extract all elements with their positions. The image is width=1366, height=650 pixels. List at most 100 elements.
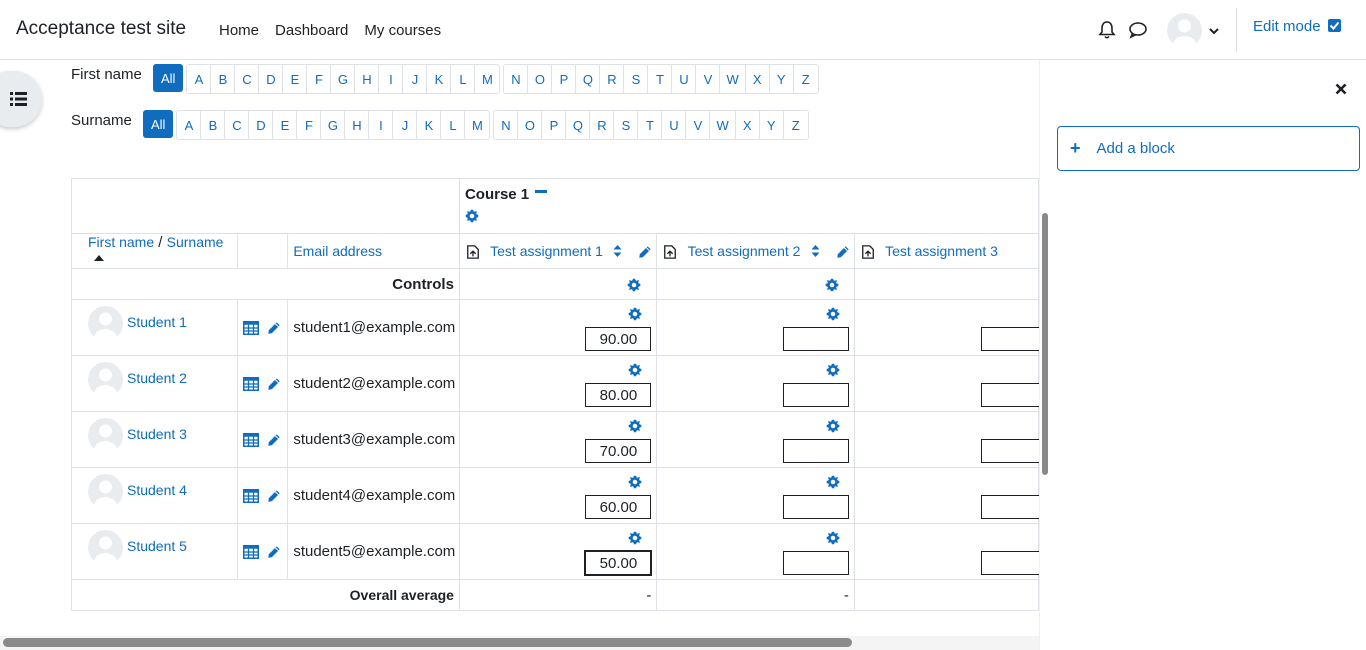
grade-input[interactable]: [980, 551, 1039, 575]
grade-input[interactable]: [782, 495, 849, 519]
surname-initial-q[interactable]: Q: [566, 111, 591, 139]
cog-icon[interactable]: [628, 531, 642, 545]
student-name-link[interactable]: Student 4: [127, 482, 187, 498]
assignment-1-link[interactable]: Test assignment 1: [490, 243, 603, 259]
single-view-grid-icon[interactable]: [242, 432, 259, 448]
single-view-grid-icon[interactable]: [242, 544, 259, 560]
assignment-2-link[interactable]: Test assignment 2: [688, 243, 801, 259]
add-block-button[interactable]: + Add a block: [1057, 126, 1360, 171]
edit-pencil-icon[interactable]: [267, 489, 281, 503]
firstname-initial-l[interactable]: L: [451, 65, 476, 93]
edit-pencil-icon[interactable]: [638, 245, 652, 259]
surname-initial-p[interactable]: P: [542, 111, 567, 139]
firstname-initial-x[interactable]: X: [746, 65, 770, 93]
close-icon[interactable]: [1335, 83, 1347, 95]
surname-initial-k[interactable]: K: [417, 111, 442, 139]
assignment-3-link[interactable]: Test assignment 3: [885, 243, 998, 259]
edit-pencil-icon[interactable]: [267, 377, 281, 391]
surname-initial-s[interactable]: S: [614, 111, 639, 139]
firstname-initial-u[interactable]: U: [672, 65, 697, 93]
cog-icon[interactable]: [628, 419, 642, 433]
grade-input[interactable]: [782, 551, 849, 575]
cog-icon[interactable]: [628, 363, 642, 377]
firstname-initial-w[interactable]: W: [720, 65, 746, 93]
firstname-initial-n[interactable]: N: [504, 65, 529, 93]
firstname-initial-t[interactable]: T: [648, 65, 673, 93]
nav-dashboard[interactable]: Dashboard: [267, 22, 356, 39]
collapse-icon[interactable]: [535, 189, 548, 193]
single-view-grid-icon[interactable]: [242, 376, 259, 392]
cog-icon[interactable]: [465, 209, 479, 223]
user-menu-toggle[interactable]: [1167, 13, 1219, 48]
notifications-bell-icon[interactable]: [1097, 20, 1117, 40]
surname-initial-c[interactable]: C: [225, 111, 250, 139]
firstname-initial-j[interactable]: J: [403, 65, 428, 93]
student-name-link[interactable]: Student 1: [127, 314, 187, 330]
surname-initial-a[interactable]: A: [177, 111, 202, 139]
grade-input[interactable]: [782, 439, 849, 463]
firstname-initial-r[interactable]: R: [600, 65, 625, 93]
grade-input[interactable]: [585, 439, 652, 463]
surname-initial-u[interactable]: U: [662, 111, 687, 139]
surname-initial-all[interactable]: All: [143, 110, 174, 138]
firstname-initial-z[interactable]: Z: [794, 65, 818, 93]
edit-mode-toggle[interactable]: [1328, 19, 1341, 32]
student-name-link[interactable]: Student 3: [127, 426, 187, 442]
firstname-initial-e[interactable]: E: [283, 65, 308, 93]
firstname-initial-q[interactable]: Q: [576, 65, 601, 93]
edit-pencil-icon[interactable]: [267, 545, 281, 559]
nav-home[interactable]: Home: [211, 22, 267, 39]
surname-initial-y[interactable]: Y: [760, 111, 784, 139]
surname-initial-d[interactable]: D: [249, 111, 274, 139]
grade-input[interactable]: [980, 495, 1039, 519]
surname-initial-n[interactable]: N: [494, 111, 519, 139]
surname-initial-w[interactable]: W: [710, 111, 736, 139]
edit-pencil-icon[interactable]: [836, 245, 850, 259]
firstname-initial-g[interactable]: G: [331, 65, 356, 93]
firstname-initial-d[interactable]: D: [259, 65, 284, 93]
firstname-initial-f[interactable]: F: [307, 65, 332, 93]
site-name[interactable]: Acceptance test site: [16, 18, 186, 40]
grade-input[interactable]: [980, 439, 1039, 463]
firstname-initial-m[interactable]: M: [475, 65, 499, 93]
surname-initial-v[interactable]: V: [686, 111, 711, 139]
grade-input[interactable]: [585, 495, 652, 519]
firstname-initial-k[interactable]: K: [427, 65, 452, 93]
cog-icon[interactable]: [826, 475, 840, 489]
surname-initial-m[interactable]: M: [465, 111, 489, 139]
cog-icon[interactable]: [826, 307, 840, 321]
surname-initial-l[interactable]: L: [441, 111, 466, 139]
cog-icon[interactable]: [826, 531, 840, 545]
surname-initial-j[interactable]: J: [393, 111, 418, 139]
firstname-initial-p[interactable]: P: [552, 65, 577, 93]
grade-input[interactable]: [585, 383, 652, 407]
firstname-initial-b[interactable]: B: [211, 65, 236, 93]
grade-input[interactable]: [584, 550, 653, 576]
firstname-initial-a[interactable]: A: [187, 65, 212, 93]
grade-input[interactable]: [980, 383, 1039, 407]
surname-initial-r[interactable]: R: [590, 111, 615, 139]
surname-initial-h[interactable]: H: [345, 111, 370, 139]
firstname-initial-y[interactable]: Y: [770, 65, 794, 93]
cog-icon[interactable]: [825, 278, 839, 292]
cog-icon[interactable]: [628, 307, 642, 321]
firstname-initial-i[interactable]: I: [379, 65, 404, 93]
edit-pencil-icon[interactable]: [267, 433, 281, 447]
horizontal-scrollbar[interactable]: [3, 638, 852, 647]
surname-initial-t[interactable]: T: [638, 111, 663, 139]
cog-icon[interactable]: [628, 475, 642, 489]
grade-input[interactable]: [980, 327, 1039, 351]
surname-initial-o[interactable]: O: [518, 111, 543, 139]
surname-initial-f[interactable]: F: [297, 111, 322, 139]
messages-bubble-icon[interactable]: [1128, 20, 1148, 40]
cog-icon[interactable]: [826, 419, 840, 433]
surname-initial-i[interactable]: I: [369, 111, 394, 139]
sort-icon[interactable]: [613, 244, 622, 258]
student-name-link[interactable]: Student 5: [127, 538, 187, 554]
firstname-initial-h[interactable]: H: [355, 65, 380, 93]
sort-surname-link[interactable]: Surname: [167, 234, 224, 250]
surname-initial-x[interactable]: X: [736, 111, 760, 139]
sort-firstname-link[interactable]: First name: [88, 234, 154, 250]
grade-input[interactable]: [585, 327, 652, 351]
single-view-grid-icon[interactable]: [242, 320, 259, 336]
